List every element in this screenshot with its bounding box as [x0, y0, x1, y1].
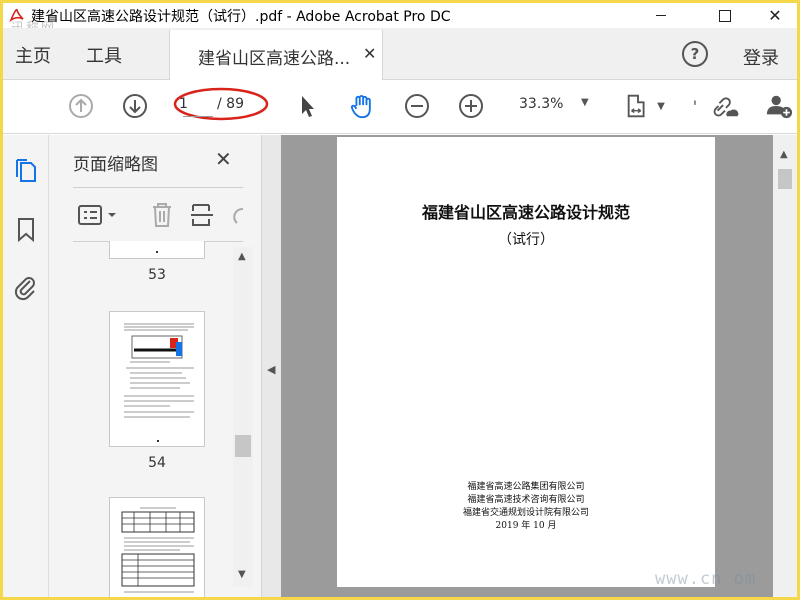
select-cursor-icon[interactable] [295, 92, 319, 120]
pdf-page: 福建省山区高速公路设计规范 （试行） 福建省高速公路集团有限公司 福建省高速技术… [337, 137, 715, 587]
next-page-icon[interactable] [121, 92, 149, 120]
panel-divider [73, 187, 243, 188]
share-link-icon[interactable] [709, 92, 741, 120]
page-total: / 89 [217, 96, 244, 112]
insert-page-icon[interactable] [189, 201, 217, 229]
page-number-input[interactable]: 1 [179, 96, 209, 112]
zoom-dropdown-icon[interactable]: ▼ [581, 97, 589, 108]
organization-line: 福建省高速公路集团有限公司 [467, 482, 585, 492]
login-button[interactable]: 登录 [743, 44, 779, 70]
thumbnail-content [124, 323, 194, 442]
tab-home[interactable]: 主页 [15, 42, 51, 68]
thumbnails-toolbar [73, 195, 245, 235]
title-bar: 建省山区高速公路设计规范（试行）.pdf - Adobe Acrobat Pro… [3, 3, 797, 36]
page-fit-icon[interactable] [623, 92, 653, 120]
document-title: 福建省山区高速公路设计规范 [421, 203, 630, 222]
thumbnails-panel: 页面缩略图 ✕ 53 54 ▲ ▼ [49, 135, 261, 597]
window-title: 建省山区高速公路设计规范（试行）.pdf - Adobe Acrobat Pro… [31, 9, 451, 25]
scrollbar-thumb[interactable] [235, 435, 251, 457]
tab-document[interactable]: 建省山区高速公路... ✕ [169, 30, 383, 81]
thumbnails-scrollbar[interactable]: ▲ ▼ [233, 247, 253, 587]
document-scrollbar[interactable]: ▲ [773, 135, 797, 597]
page-thumbnails-icon[interactable] [12, 157, 40, 185]
navigation-rail [3, 135, 49, 597]
tab-document-label: 建省山区高速公路... [198, 49, 351, 69]
more-tools-icon[interactable]: ' [691, 92, 699, 120]
thumbnail-page[interactable] [109, 497, 205, 597]
document-date: 2019 年 10 月 [495, 521, 557, 531]
bookmarks-icon[interactable] [12, 215, 40, 243]
main-toolbar: 1 / 89 33.3% ▼ ▼ ' [3, 80, 797, 134]
collapse-left-icon[interactable]: ◀ [267, 363, 275, 376]
close-panel-icon[interactable]: ✕ [215, 147, 232, 171]
page-fit-dropdown-icon[interactable]: ▼ [655, 92, 667, 120]
document-subtitle: （试行） [498, 232, 554, 248]
organization-line: 福建省高速技术咨询有限公司 [467, 495, 585, 505]
page-input-underline [183, 116, 213, 117]
hand-tool-icon[interactable] [347, 92, 377, 120]
scrollbar-thumb[interactable] [778, 169, 792, 189]
scroll-up-icon[interactable]: ▲ [238, 251, 246, 262]
thumbnail-page[interactable] [109, 311, 205, 447]
scroll-up-icon[interactable]: ▲ [780, 149, 788, 160]
watermark-url: www.cn om [655, 569, 757, 589]
thumbnail-content [121, 507, 195, 593]
add-user-icon[interactable] [763, 92, 795, 120]
prev-page-icon[interactable] [67, 92, 95, 120]
acrobat-window: 建省山区高速公路设计规范（试行）.pdf - Adobe Acrobat Pro… [3, 3, 797, 597]
tab-tools[interactable]: 工具 [86, 42, 122, 68]
document-view[interactable]: 福建省山区高速公路设计规范 （试行） 福建省高速公路集团有限公司 福建省高速技术… [281, 135, 773, 597]
maximize-button[interactable] [703, 3, 747, 28]
close-window-button[interactable]: ✕ [753, 3, 797, 28]
scroll-down-icon[interactable]: ▼ [238, 569, 246, 580]
minimize-button[interactable] [639, 3, 683, 28]
delete-page-icon[interactable] [149, 201, 175, 229]
close-tab-icon[interactable]: ✕ [363, 44, 376, 63]
panel-collapse-handle[interactable]: ◀ [261, 135, 281, 597]
thumbnail-page-number: 54 [148, 455, 166, 471]
zoom-out-icon[interactable] [403, 92, 431, 120]
options-menu-icon[interactable] [77, 203, 121, 227]
zoom-in-icon[interactable] [457, 92, 485, 120]
thumbnail-page-number: 53 [148, 267, 166, 283]
help-icon[interactable]: ? [682, 41, 708, 67]
rotate-page-icon[interactable] [229, 201, 245, 229]
organization-line: 福建省交通规划设计院有限公司 [462, 508, 589, 518]
attachments-icon[interactable] [12, 273, 40, 301]
zoom-level[interactable]: 33.3% [519, 96, 563, 112]
thumbnails-panel-title: 页面缩略图 [73, 155, 158, 175]
thumbnail-page[interactable] [109, 241, 205, 259]
tab-bar: 主页 工具 建省山区高速公路... ✕ ? 登录 [3, 28, 797, 81]
